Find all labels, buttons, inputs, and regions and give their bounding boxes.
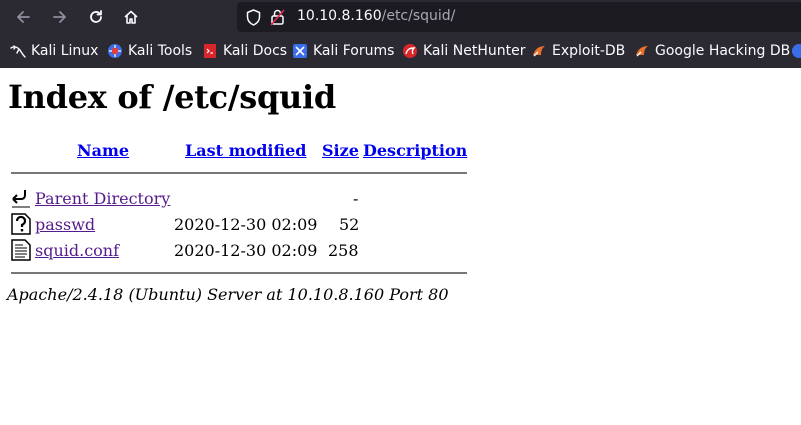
bookmark-label: Kali Docs: [223, 43, 288, 59]
table-row-passwd[interactable]: passwd: [35, 215, 95, 234]
browser-chrome: 10.10.8.160/etc/squid/ Kali Linux Kali T…: [0, 0, 801, 68]
kali-dragon-icon: [10, 43, 26, 59]
text-file-icon: [11, 239, 31, 261]
table-row-squid-conf[interactable]: squid.conf: [35, 241, 119, 260]
forward-button[interactable]: [47, 4, 73, 30]
bookmark-kali-forums[interactable]: Kali Forums: [292, 43, 394, 59]
bookmark-label: Kali Linux: [31, 43, 99, 59]
back-button[interactable]: [10, 4, 36, 30]
address-bar[interactable]: 10.10.8.160/etc/squid/: [237, 2, 801, 32]
unknown-file-icon: [11, 213, 31, 235]
exploit-db-icon: [531, 43, 547, 59]
modified-cell: 2020-12-30 02:09: [174, 215, 318, 234]
server-signature: Apache/2.4.18 (Ubuntu) Server at 10.10.8…: [7, 285, 449, 304]
column-header-name[interactable]: Name: [77, 141, 129, 160]
squid-conf-link[interactable]: squid.conf: [35, 241, 119, 260]
url-text[interactable]: 10.10.8.160/etc/squid/: [297, 8, 455, 24]
back-arrow-icon: [17, 11, 30, 23]
bookmark-label: Google Hacking DB: [655, 43, 791, 59]
bookmark-kali-nethunter[interactable]: Kali NetHunter: [402, 43, 525, 59]
navigation-toolbar: 10.10.8.160/etc/squid/: [0, 0, 801, 34]
globe-icon: [791, 43, 801, 59]
column-header-last-modified[interactable]: Last modified: [185, 141, 306, 160]
size-cell: 258: [328, 241, 359, 260]
bookmarks-toolbar: Kali Linux Kali Tools Kali Docs Kali For…: [0, 34, 801, 68]
url-path: /etc/squid/: [381, 8, 456, 24]
bookmark-label: Kali Forums: [313, 43, 395, 59]
bookmark-overflow[interactable]: [791, 43, 801, 59]
home-icon: [124, 10, 138, 24]
bookmark-kali-tools[interactable]: Kali Tools: [107, 43, 192, 59]
bookmark-exploit-db[interactable]: Exploit-DB: [531, 43, 625, 59]
page-title: Index of /etc/squid: [8, 78, 336, 116]
insecure-lock-icon[interactable]: [270, 8, 285, 26]
forward-arrow-icon: [53, 11, 66, 23]
size-cell: -: [353, 189, 359, 208]
size-cell: 52: [339, 215, 360, 234]
sort-by-description-link[interactable]: Description: [363, 141, 467, 160]
sort-by-modified-link[interactable]: Last modified: [185, 141, 306, 160]
table-top-divider: [11, 172, 467, 174]
kali-forums-icon: [292, 43, 308, 59]
table-bottom-divider: [11, 272, 467, 274]
column-header-size[interactable]: Size: [322, 141, 359, 160]
table-row-parent-directory[interactable]: Parent Directory: [35, 189, 170, 208]
home-button[interactable]: [118, 4, 144, 30]
back-arrow-icon: [11, 187, 31, 209]
parent-directory-link[interactable]: Parent Directory: [35, 189, 170, 208]
column-header-description[interactable]: Description: [363, 141, 467, 160]
reload-button[interactable]: [83, 4, 109, 30]
reload-icon: [90, 10, 102, 23]
bookmark-kali-linux[interactable]: Kali Linux: [10, 43, 98, 59]
sort-by-name-link[interactable]: Name: [77, 141, 129, 160]
modified-cell: 2020-12-30 02:09: [174, 241, 318, 260]
bookmark-google-hacking-db[interactable]: Google Hacking DB: [634, 43, 790, 59]
page-content: Index of /etc/squid Name Last modified S…: [0, 68, 801, 425]
bookmark-label: Kali Tools: [128, 43, 193, 59]
url-host: 10.10.8.160: [297, 8, 382, 24]
ghdb-icon: [634, 43, 650, 59]
bookmark-label: Kali NetHunter: [423, 43, 526, 59]
sort-by-size-link[interactable]: Size: [322, 141, 359, 160]
bookmark-kali-docs[interactable]: Kali Docs: [202, 43, 287, 59]
nethunter-icon: [402, 43, 418, 59]
passwd-link[interactable]: passwd: [35, 215, 95, 234]
bookmark-label: Exploit-DB: [552, 43, 626, 59]
tracking-shield-icon[interactable]: [246, 9, 261, 26]
kali-tools-icon: [107, 43, 123, 59]
kali-docs-icon: [202, 43, 218, 59]
